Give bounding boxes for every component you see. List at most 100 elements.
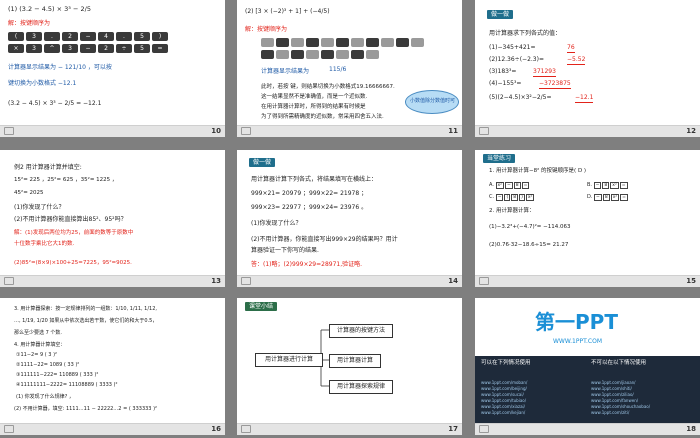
problem-line: (1) (3.2 − 4.5) × 3³ − 2/5: [8, 5, 91, 13]
slide-10[interactable]: (1) (3.2 − 4.5) × 3³ − 2/5 解：按键顺序为 ( 3 .…: [0, 0, 225, 137]
license-panel: 可以在下列情况使用 不可以在以下情况使用 www.1ppt.com/moban/…: [475, 356, 700, 424]
page-number: 10: [211, 127, 221, 135]
key-button: [411, 38, 424, 47]
slide-footer: 10: [0, 125, 225, 137]
exercise-answer: −12.1: [575, 94, 594, 103]
link-item[interactable]: www.1ppt.com/kejian/: [481, 410, 525, 416]
key-button: =: [152, 44, 168, 53]
key-button: [306, 50, 319, 59]
answer-line: 解：(1)发现后两位均为25，前面的数等于原数中: [14, 230, 134, 236]
option-d: D. −8 x² =: [587, 194, 628, 201]
slide-18[interactable]: 第一PPT WWW.1PPT.COM 可以在下列情况使用 不可以在以下情况使用 …: [475, 298, 700, 435]
answer-line: (2)0.76·32−18.6÷15= 21.27: [489, 242, 569, 248]
paragraph-line: 在用计算器计算时，所得到的结果有时候是: [261, 104, 366, 110]
question-line: 算器验证一下你写的结果.: [251, 247, 319, 254]
key-button: .: [116, 32, 132, 41]
key-button: 3: [26, 44, 42, 53]
slide-17[interactable]: 课堂小结 用计算器进行计算 计算器的按键方法 用计算器计算 用计算器探索规律 1…: [237, 298, 462, 435]
slide-14[interactable]: 做一做 用计算器计算下列各式，将结果填写在横线上： 999×21= 20979 …: [237, 150, 462, 287]
comment-icon: [479, 277, 489, 285]
slide-12[interactable]: 做一做 用计算器求下列各式的值： (1)−345+421= 76 (2)12.3…: [475, 0, 700, 137]
key-button: [336, 38, 349, 47]
comment-icon: [479, 127, 489, 135]
intro-text: 用计算器计算下列各式，将结果填写在横线上：: [251, 176, 378, 183]
key-button: [351, 38, 364, 47]
intro-text: 用计算器求下列各式的值：: [489, 30, 562, 37]
display-result-text: 计算器显示结果为 − 121/10 ，可以按: [8, 64, 112, 71]
slide-footer: 11: [237, 125, 462, 137]
page-number: 11: [448, 127, 458, 135]
slide-footer: 15: [475, 275, 700, 287]
answer-line: (1)−3.2³+(−4.7)²= −114.063: [489, 224, 571, 230]
answer-line: 十位数字乘比它大1的数.: [14, 241, 75, 247]
question-line: (2)不用计算器，你能直接写出999×29的结果吗？用计: [251, 236, 398, 243]
fill-line: 999×21= 20979 ；999×22= 21978 ；: [251, 190, 368, 197]
key-button: (: [8, 32, 24, 41]
slide-13[interactable]: 例2 用计算器计算并填空: 15²= 225 ，25²= 625 ，35²= 1…: [0, 150, 225, 287]
key-button: −: [80, 32, 96, 41]
paragraph-line: 这一结果显然不是准确值，而是一个近似数.: [261, 94, 368, 100]
key-button: [306, 38, 319, 47]
slide-footer: 13: [0, 275, 225, 287]
key-button: [366, 50, 379, 59]
question-line: (2)不用计算器你能直接算出85²、95²吗？: [14, 216, 127, 223]
summary-branch-node: 用计算器探索规律: [329, 380, 393, 394]
link-item[interactable]: www.1ppt.com/ziti/: [591, 410, 629, 416]
question-line: 1. 用计算器计算−8² 的按键顺序是( D ): [489, 168, 587, 174]
summary-branch-node: 计算器的按键方法: [329, 324, 393, 338]
question-line: 2. 用计算器计算：: [489, 208, 535, 214]
final-result: (3.2 − 4.5) × 3³ − 2/5 = −12.1: [8, 100, 102, 107]
display-result-text: 计算器显示结果为: [261, 68, 310, 75]
key-button: 5: [134, 32, 150, 41]
comment-icon: [241, 277, 251, 285]
solution-label: 解：按键顺序为: [245, 26, 288, 33]
page-number: 13: [211, 277, 221, 285]
slide-15[interactable]: 当堂练习 1. 用计算器计算−8² 的按键顺序是( D ) A. x² −8 = B…: [475, 150, 700, 287]
question-line: …, 1/19, 1/20 如果从中依次选出若干数，使它们的和大于0.5，: [14, 318, 158, 324]
key-button: 4: [98, 32, 114, 41]
key-button: [321, 38, 334, 47]
paragraph-line: 此时，若按 键，则结果切换为小数格式19.16666667.: [261, 84, 395, 90]
key-button: ×: [8, 44, 24, 53]
answer-line: 答：(1)略；(2)999×29=28971,验证略.: [251, 261, 363, 268]
comment-icon: [4, 425, 14, 433]
option-a: A. x² −8 =: [489, 182, 530, 189]
fill-line: 15²= 225 ，25²= 625 ，35²= 1225 ，: [14, 177, 118, 183]
exercise-answer: 76: [567, 44, 575, 53]
exercise-question: (2)12.36÷(−2.3)=: [489, 56, 544, 63]
comment-icon: [4, 127, 14, 135]
tip-bubble: 小数值除分数值时可: [405, 90, 459, 114]
allowed-title: 可以在下列情况使用: [481, 360, 531, 366]
page-number: 17: [448, 425, 458, 433]
question-line: (1)你发现了什么？: [14, 204, 65, 211]
comment-icon: [4, 277, 14, 285]
exercise-question: (3)183³=: [489, 68, 517, 75]
page-number: 18: [686, 425, 696, 433]
comment-icon: [241, 425, 251, 433]
slide-16[interactable]: 3. 用计算器探索：按一定规律排列的一组数：1/10, 1/11, 1/12, …: [0, 298, 225, 435]
fill-line: ③111111−222= 110889 ( 333 )²: [16, 372, 99, 378]
option-c: C. −(8) x²: [489, 194, 535, 201]
section-tag: 做一做: [249, 158, 276, 167]
slide-11[interactable]: (2) [3 × (−2)³ + 1] + (−4/5) 解：按键顺序为 计算器…: [237, 0, 462, 137]
key-button: 3: [62, 44, 78, 53]
brand-url: WWW.1PPT.COM: [553, 338, 603, 345]
problem-line: (2) [3 × (−2)³ + 1] + (−4/5): [245, 8, 330, 15]
key-button: [291, 50, 304, 59]
question-line: 4. 用计算器计算填空：: [14, 342, 66, 348]
key-button: [366, 38, 379, 47]
comment-icon: [241, 127, 251, 135]
disallowed-title: 不可以在以下情况使用: [591, 360, 647, 366]
question-line: 3. 用计算器探索：按一定规律排列的一组数：1/10, 1/11, 1/12,: [14, 306, 157, 312]
slide-footer: 14: [237, 275, 462, 287]
option-b: B. −8 x² =: [587, 182, 628, 189]
key-button: 2: [98, 44, 114, 53]
page-number: 16: [211, 425, 221, 433]
key-button: [276, 38, 289, 47]
key-button: 2: [62, 32, 78, 41]
key-button: [261, 50, 274, 59]
slide-footer: 18: [475, 423, 700, 435]
summary-branch-node: 用计算器计算: [329, 354, 381, 368]
comment-icon: [479, 425, 489, 433]
exercise-question: (4)−155³=: [489, 80, 522, 87]
